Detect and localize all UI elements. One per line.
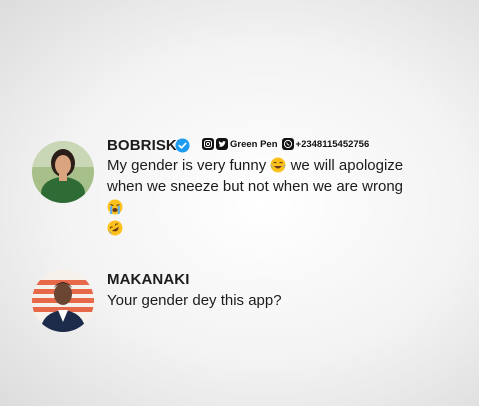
whatsapp-icon (281, 138, 294, 150)
rolling-on-floor-laughing-icon (107, 220, 123, 236)
post-text-part1: My gender is very funny (107, 157, 267, 174)
twitter-icon (216, 138, 228, 150)
post-makanaki: MAKANAKI Your gender dey this app? (0, 268, 479, 338)
loudly-crying-face-icon (107, 199, 123, 215)
author-name[interactable]: MAKANAKI (107, 271, 189, 288)
avatar[interactable] (32, 141, 94, 203)
post-bobrisky: BOBRISKY Green Pen +2348115452756 My gen… (0, 137, 479, 236)
verified-badge-icon (175, 138, 190, 153)
avatar[interactable] (32, 270, 94, 332)
watermark-phone: +2348115452756 (295, 138, 370, 150)
watermark-handle: Green Pen (230, 138, 278, 150)
watermark: Green Pen +2348115452756 (202, 137, 369, 151)
face-with-tears-of-joy-icon (270, 157, 286, 173)
post-text: My gender is very funny we will apologiz… (107, 155, 417, 239)
instagram-icon (202, 138, 214, 150)
post-text: Your gender dey this app? (107, 292, 282, 309)
